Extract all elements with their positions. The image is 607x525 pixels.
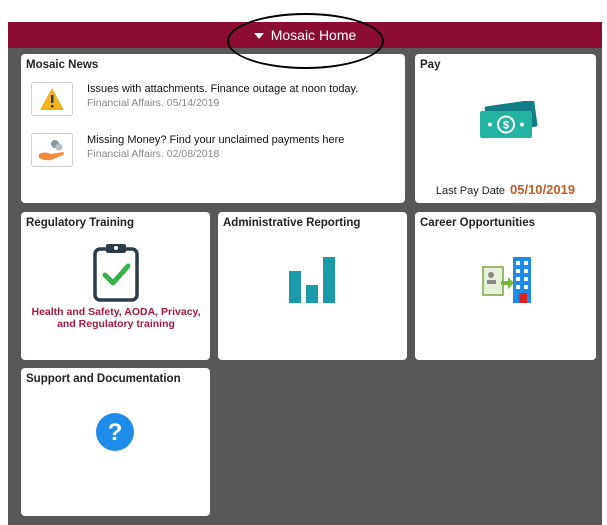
news-item[interactable]: Issues with attachments. Finance outage …	[31, 82, 358, 116]
help-icon: ?	[95, 412, 135, 457]
tile-title: Administrative Reporting	[223, 217, 361, 229]
tile-title: Support and Documentation	[26, 373, 181, 385]
news-headline[interactable]: Issues with attachments. Finance outage …	[87, 82, 358, 96]
warning-icon	[31, 82, 73, 116]
caret-down-icon	[253, 32, 264, 39]
career-building-icon	[481, 255, 533, 310]
news-item[interactable]: Missing Money? Find your unclaimed payme…	[31, 133, 344, 167]
tile-support-documentation[interactable]: Support and Documentation ?	[21, 368, 210, 516]
last-pay-date: 05/10/2019	[510, 182, 576, 197]
svg-text:$: $	[503, 120, 509, 132]
tile-regulatory-training[interactable]: Regulatory Training Health and Safety, A…	[21, 212, 210, 360]
tile-title: Regulatory Training	[26, 217, 134, 229]
clipboard-check-icon	[92, 242, 140, 307]
coins-hand-icon	[31, 133, 73, 167]
home-page: Mosaic Home Mosaic News Issues with atta…	[8, 22, 602, 525]
home-banner[interactable]: Mosaic Home	[8, 22, 602, 48]
tile-title: Mosaic News	[26, 59, 99, 71]
tile-administrative-reporting[interactable]: Administrative Reporting	[218, 212, 407, 360]
tile-career-opportunities[interactable]: Career Opportunities	[415, 212, 596, 360]
tile-mosaic-news[interactable]: Mosaic News Issues with attachments. Fin…	[21, 54, 405, 203]
tile-title: Pay	[420, 59, 441, 71]
money-icon: $	[476, 99, 538, 146]
bar-chart-icon	[289, 257, 335, 308]
last-pay-label: Last Pay Date	[435, 185, 505, 197]
svg-text:?: ?	[108, 419, 123, 446]
tile-pay[interactable]: Pay $ Last Pay Date 05/10/2019	[415, 54, 596, 203]
news-headline[interactable]: Missing Money? Find your unclaimed payme…	[87, 133, 344, 147]
tile-title: Career Opportunities	[420, 217, 536, 229]
news-meta: Financial Affairs. 02/08/2018	[87, 148, 220, 160]
regulatory-caption-line1: Health and Safety, AODA, Privacy,	[31, 306, 201, 318]
regulatory-caption-line2: and Regulatory training	[57, 318, 175, 330]
news-meta: Financial Affairs. 05/14/2019	[87, 97, 220, 109]
banner-title: Mosaic Home	[270, 27, 357, 43]
